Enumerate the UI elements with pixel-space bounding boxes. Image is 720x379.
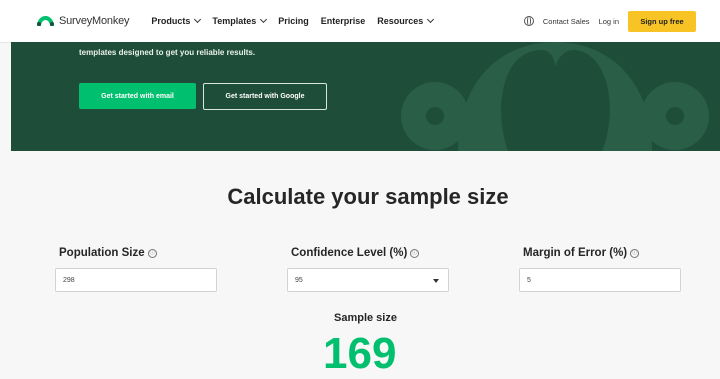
menu-templates[interactable]: Templates: [212, 15, 268, 26]
confidence-level-select[interactable]: 95: [287, 268, 449, 292]
menu-resources-label: Resources: [377, 16, 424, 26]
margin-of-error-value: 5: [527, 276, 531, 284]
menu-products[interactable]: Products: [151, 15, 202, 26]
chevron-down-icon: [194, 15, 202, 24]
hero-description-text: templates designed to get you reliable r…: [79, 48, 256, 57]
chevron-down-icon: [260, 15, 268, 24]
decorative-logo-shape: [401, 42, 709, 151]
logo-icon: [37, 16, 54, 26]
get-started-email-button[interactable]: Get started with email: [79, 83, 196, 109]
confidence-level-value: 95: [295, 276, 303, 284]
menu-pricing-label: Pricing: [278, 16, 309, 26]
menu-pricing[interactable]: Pricing: [278, 16, 309, 26]
contact-sales-link[interactable]: Contact Sales: [543, 17, 590, 26]
population-size-label: Population Size ⓘ: [59, 247, 157, 259]
login-link[interactable]: Log in: [599, 17, 619, 26]
menu-resources[interactable]: Resources: [377, 15, 435, 26]
info-icon[interactable]: ⓘ: [410, 248, 420, 258]
population-size-label-text: Population Size: [59, 247, 145, 259]
menu-enterprise[interactable]: Enterprise: [321, 16, 366, 26]
menu-enterprise-label: Enterprise: [320, 16, 366, 26]
chevron-down-icon: [427, 15, 435, 24]
menu-templates-label: Templates: [212, 16, 257, 26]
margin-of-error-label-text: Margin of Error (%): [523, 247, 628, 259]
confidence-level-label: Confidence Level (%) ⓘ: [291, 247, 420, 259]
main-menu: Products Templates Pricing Enterprise Re…: [151, 15, 445, 26]
population-size-input[interactable]: 298: [55, 268, 217, 292]
get-started-google-button[interactable]: Get started with Google: [203, 83, 327, 110]
margin-of-error-label: Margin of Error (%) ⓘ: [523, 247, 640, 259]
top-nav: SurveyMonkey Products Templates Pricing …: [0, 0, 720, 43]
globe-icon[interactable]: [523, 16, 534, 26]
surveymonkey-logo[interactable]: SurveyMonkey: [36, 15, 130, 27]
hero-banner: templates designed to get you reliable r…: [11, 42, 720, 151]
nav-right: Contact Sales Log in Sign up free: [523, 0, 696, 42]
sample-size-value: 169: [323, 329, 397, 378]
margin-of-error-input[interactable]: 5: [519, 268, 681, 292]
calculator-title: Calculate your sample size: [227, 184, 509, 209]
logo-text: SurveyMonkey: [59, 15, 130, 27]
confidence-level-label-text: Confidence Level (%): [291, 247, 408, 259]
info-icon[interactable]: ⓘ: [147, 248, 157, 258]
dropdown-caret-icon: [433, 279, 439, 283]
info-icon[interactable]: ⓘ: [630, 248, 640, 258]
menu-products-label: Products: [151, 16, 191, 26]
population-size-value: 298: [63, 276, 75, 284]
signup-button[interactable]: Sign up free: [628, 10, 696, 32]
hero-description: templates designed to get you reliable r…: [79, 48, 255, 57]
sample-size-label: Sample size: [334, 312, 397, 324]
